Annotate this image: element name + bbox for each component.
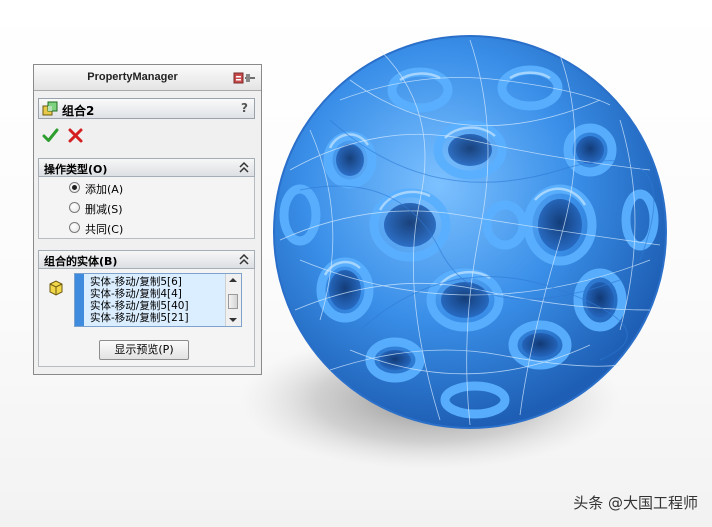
ok-button[interactable] xyxy=(42,127,59,144)
list-item[interactable]: 实体-移动/复制5[40] xyxy=(90,300,189,312)
solid-body-icon xyxy=(49,280,63,296)
feature-header: 组合2 ? xyxy=(38,98,255,119)
double-chevron-up-icon[interactable] xyxy=(238,161,250,174)
pushpin-icon[interactable] xyxy=(233,71,257,85)
operation-type-header[interactable]: 操作类型(O) xyxy=(38,158,255,177)
bodies-to-combine-title: 组合的实体(B) xyxy=(44,255,118,268)
combine-feature-icon xyxy=(42,101,58,116)
double-chevron-up-icon[interactable] xyxy=(238,253,250,266)
list-item[interactable]: 实体-移动/复制5[6] xyxy=(90,276,182,288)
radio-common-button[interactable] xyxy=(69,222,80,233)
scroll-thumb[interactable] xyxy=(228,294,238,309)
radio-subtract-label: 删减(S) xyxy=(85,203,123,216)
feature-name: 组合2 xyxy=(62,104,95,118)
list-item[interactable]: 实体-移动/复制5[21] xyxy=(90,312,189,324)
list-item[interactable]: 实体-移动/复制4[4] xyxy=(90,288,182,300)
radio-add-label: 添加(A) xyxy=(85,183,124,196)
radio-common-label: 共同(C) xyxy=(85,223,124,236)
scroll-down-icon[interactable] xyxy=(228,316,238,324)
watermark: 头条 @大国工程师 xyxy=(573,494,698,512)
bodies-listbox[interactable]: 实体-移动/复制5[6] 实体-移动/复制4[4] 实体-移动/复制5[40] … xyxy=(74,273,242,327)
help-icon[interactable]: ? xyxy=(241,101,248,115)
selection-color-bar xyxy=(75,274,84,326)
radio-add-button[interactable] xyxy=(69,182,80,193)
bodies-to-combine-header[interactable]: 组合的实体(B) xyxy=(38,250,255,269)
cancel-button[interactable] xyxy=(67,127,84,144)
scroll-up-icon[interactable] xyxy=(228,276,238,284)
lattice-sphere-model[interactable] xyxy=(273,35,667,429)
operation-type-title: 操作类型(O) xyxy=(44,163,108,176)
property-manager-panel: PropertyManager 组合2 ? 操作类型(O) 添加(A) 删减(S… xyxy=(33,64,262,375)
show-preview-button[interactable]: 显示预览(P) xyxy=(99,340,189,360)
listbox-scrollbar[interactable] xyxy=(225,274,241,326)
panel-titlebar: PropertyManager xyxy=(34,65,261,91)
panel-title: PropertyManager xyxy=(87,71,178,83)
radio-subtract-button[interactable] xyxy=(69,202,80,213)
